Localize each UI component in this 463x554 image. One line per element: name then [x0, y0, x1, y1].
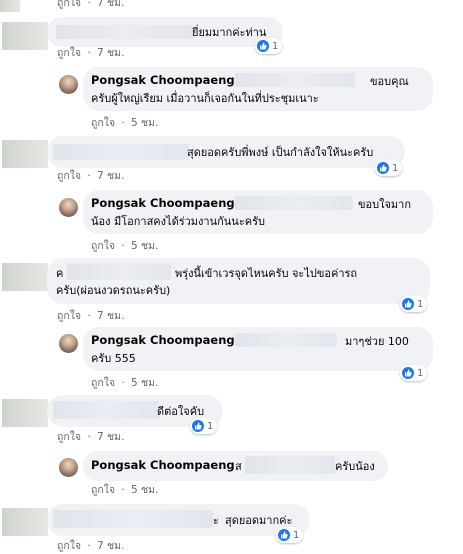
reply-text-line1: มาๆช่วย 100 [345, 335, 409, 348]
like-icon [402, 298, 414, 310]
redacted-name [67, 264, 171, 280]
comment-text: สุดยอดมากค่ะ [225, 514, 293, 527]
reply-text-line2: น้อง มีโอกาสคงได้ร่วมงานกันนะครับ [91, 215, 265, 228]
commenter-name[interactable]: Pongsak Choompaeng [91, 196, 235, 211]
comment-text-line2: ครับ(ผ่อนงวดรถนะครับ) [56, 284, 171, 297]
comment-prefix: ะ [213, 514, 219, 527]
like-link[interactable]: ถูกใจ [91, 484, 115, 496]
avatar[interactable] [59, 334, 78, 353]
reply-bubble: Pongsak Choompaeng มาๆช่วย 100 ครับ 555 [83, 327, 433, 371]
reply-text-line1: ขอบคุณ [370, 75, 409, 88]
redacted-name [53, 401, 159, 419]
comment-bubble: ะ สุดยอดมากค่ะ [47, 504, 310, 536]
reaction-count[interactable]: 1 [276, 527, 304, 543]
comment-time[interactable]: 5 ชม. [131, 377, 158, 389]
like-icon [278, 529, 290, 541]
comment-prefix: ค [56, 267, 64, 280]
comment-text: พรุ่งนี้เข้าเวรจุดไหนครับ จะไปขอค่ารถ [175, 267, 358, 280]
reply-text-line1: ขอบใจมาก [358, 198, 412, 211]
reaction-count[interactable]: 1 [400, 296, 428, 312]
reaction-count[interactable]: 1 [255, 38, 283, 54]
like-link[interactable]: ถูกใจ [57, 310, 81, 322]
like-icon [402, 367, 414, 379]
like-link[interactable]: ถูกใจ [57, 170, 81, 182]
avatar[interactable] [2, 263, 48, 291]
reply-prefix: ส [235, 460, 242, 473]
redacted-text [235, 333, 337, 347]
reply-text-line2: ครับผู้ใหญ่เรียม เมื่อวานก็เจอกันในที่ปร… [91, 92, 319, 105]
avatar[interactable] [59, 75, 78, 94]
redacted-name [53, 510, 213, 528]
reply-text-line1: ครับน้อง [335, 460, 375, 473]
comment-text: ดีต่อใจคับ [157, 405, 205, 418]
reaction-count[interactable]: 1 [400, 365, 428, 381]
like-link[interactable]: ถูกใจ [57, 431, 81, 443]
reply-bubble: Pongsak Choompaeng ส ครับน้อง [83, 451, 388, 481]
comment-time[interactable]: 5 ชม. [131, 484, 158, 496]
comment-time[interactable]: 7 ชม. [97, 170, 124, 182]
like-link[interactable]: ถูกใจ [57, 0, 81, 9]
avatar[interactable] [59, 198, 78, 217]
comment-text: สุดยอดครับพี่พงษ์ เป็นกำลังใจให้นะครับ [187, 146, 374, 159]
comment-actions: ถูกใจ · 7 ชม. [57, 47, 125, 59]
commenter-name[interactable]: Pongsak Choompaeng [91, 458, 235, 473]
avatar[interactable] [2, 22, 48, 50]
comment-actions: ถูกใจ · 5 ชม. [91, 377, 159, 389]
comment-time[interactable]: 5 ชม. [131, 240, 158, 252]
reply-bubble: Pongsak Choompaeng ขอบคุณ ครับผู้ใหญ่เรี… [83, 67, 433, 111]
comment-actions: ถูกใจ · 5 ชม. [91, 117, 159, 129]
like-icon [377, 162, 389, 174]
comment-bubble: สุดยอดครับพี่พงษ์ เป็นกำลังใจให้นะครับ [47, 136, 405, 168]
comment-time[interactable]: 7 ชม. [97, 540, 124, 552]
comment-time[interactable]: 5 ชม. [131, 117, 158, 129]
like-icon [257, 40, 269, 52]
comment-time[interactable]: 7 ชม. [97, 0, 124, 9]
comment-time[interactable]: 7 ชม. [97, 47, 124, 59]
avatar[interactable] [2, 508, 48, 536]
commenter-name[interactable]: Pongsak Choompaeng [91, 73, 235, 88]
like-link[interactable]: ถูกใจ [91, 240, 115, 252]
comment-actions: ถูกใจ · 7 ชม. [57, 0, 127, 11]
comment-actions: ถูกใจ · 7 ชม. [57, 310, 125, 322]
comment-actions: ถูกใจ · 7 ชม. [57, 431, 125, 443]
reaction-count[interactable]: 1 [375, 160, 403, 176]
comment-time[interactable]: 7 ชม. [97, 310, 124, 322]
comment-actions: ถูกใจ · 7 ชม. [57, 170, 125, 182]
comment-text: ยี่ยมมากค่ะท่าน [192, 26, 267, 39]
reply-bubble: Pongsak Choompaeng ขอบใจมาก น้อง มีโอกาส… [83, 190, 433, 234]
comment-bubble: ค พรุ่งนี้เข้าเวรจุดไหนครับ จะไปขอค่ารถ … [47, 258, 430, 304]
like-link[interactable]: ถูกใจ [57, 540, 81, 552]
redacted-text [235, 73, 355, 87]
like-link[interactable]: ถูกใจ [91, 377, 115, 389]
comment-actions: ถูกใจ · 5 ชม. [91, 484, 159, 496]
comment-actions: ถูกใจ · 5 ชม. [91, 240, 159, 252]
comment-time[interactable]: 7 ชม. [97, 431, 124, 443]
redacted-name [56, 25, 194, 39]
commenter-name[interactable]: Pongsak Choompaeng [91, 333, 235, 348]
like-link[interactable]: ถูกใจ [57, 47, 81, 59]
like-icon [192, 420, 204, 432]
reaction-count[interactable]: 1 [190, 418, 218, 434]
like-link[interactable]: ถูกใจ [91, 117, 115, 129]
comment-actions: ถูกใจ · 7 ชม. [57, 540, 125, 552]
comment-bubble: ยี่ยมมากค่ะท่าน [47, 17, 283, 47]
avatar[interactable] [59, 458, 78, 477]
reply-text-line2: ครับ 555 [91, 352, 136, 365]
avatar[interactable] [2, 399, 48, 427]
avatar[interactable] [2, 140, 48, 168]
redacted-name [53, 144, 189, 160]
redacted-text [245, 456, 335, 474]
redacted-text [235, 196, 353, 210]
avatar[interactable] [0, 0, 20, 12]
